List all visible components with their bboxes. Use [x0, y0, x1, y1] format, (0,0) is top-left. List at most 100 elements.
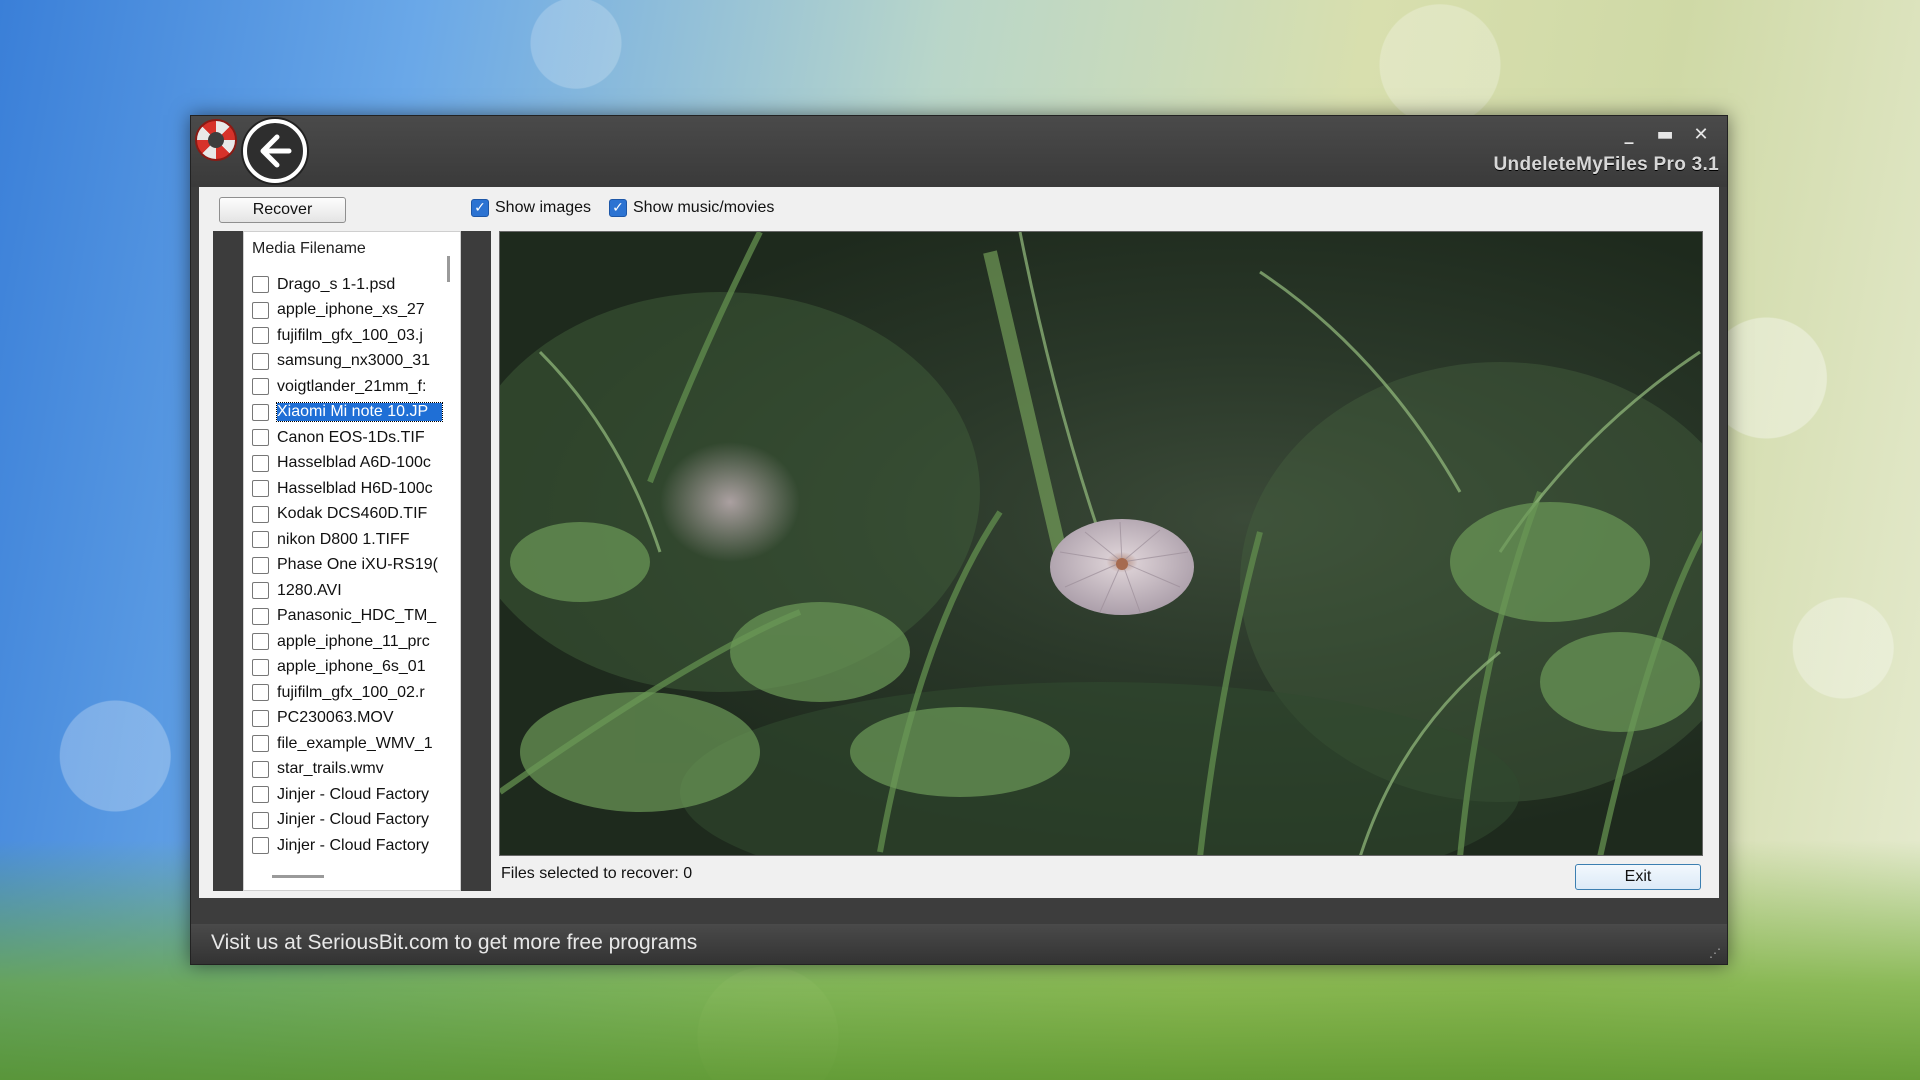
show-music-checkbox[interactable]: ✓ Show music/movies — [609, 199, 774, 217]
list-item[interactable]: Drago_s 1-1.psd — [252, 272, 452, 298]
list-item[interactable]: Jinjer - Cloud Factory — [252, 833, 452, 859]
row-checkbox[interactable] — [252, 505, 269, 523]
list-item[interactable]: Jinjer - Cloud Factory — [252, 808, 452, 834]
file-name: Canon EOS-1Ds.TIF — [277, 428, 425, 446]
file-name: Xiaomi Mi note 10.JP — [276, 402, 443, 423]
file-name: Jinjer - Cloud Factory — [277, 811, 430, 829]
window-controls: _ ▬ ✕ — [1613, 122, 1717, 146]
file-name: apple_iphone_6s_01 — [277, 658, 426, 676]
app-window: _ ▬ ✕ UndeleteMyFiles Pro 3.1 Recover ✓ … — [190, 115, 1728, 965]
checkmark-icon: ✓ — [609, 199, 627, 217]
list-item[interactable]: Phase One iXU-RS19( — [252, 553, 452, 579]
app-title: UndeleteMyFiles Pro 3.1 — [1493, 154, 1719, 175]
show-images-label: Show images — [495, 199, 592, 216]
row-checkbox[interactable] — [252, 709, 269, 727]
exit-button[interactable]: Exit — [1575, 864, 1701, 890]
list-item[interactable]: nikon D800 1.TIFF — [252, 527, 452, 553]
file-name: Hasselblad H6D-100c — [277, 479, 433, 497]
show-music-label: Show music/movies — [633, 199, 775, 216]
file-name: Jinjer - Cloud Factory — [277, 836, 430, 854]
media-file-list[interactable]: Media Filename Drago_s 1-1.psd apple_ipho… — [243, 231, 461, 891]
row-checkbox[interactable] — [252, 735, 269, 753]
file-name: Phase One iXU-RS19( — [277, 556, 438, 574]
list-item[interactable]: Kodak DCS460D.TIF — [252, 502, 452, 528]
list-item[interactable]: fujifilm_gfx_100_03.j — [252, 323, 452, 349]
file-name: Kodak DCS460D.TIF — [277, 505, 428, 523]
file-name: Jinjer - Cloud Factory — [277, 785, 430, 803]
files-selected-status: Files selected to recover: 0 — [501, 865, 693, 882]
list-item[interactable]: fujifilm_gfx_100_02.r — [252, 680, 452, 706]
checkmark-icon: ✓ — [471, 199, 489, 217]
file-name: fujifilm_gfx_100_02.r — [277, 683, 425, 701]
promo-link[interactable]: Visit us at SeriousBit.com to get more f… — [211, 931, 697, 955]
row-checkbox[interactable] — [252, 352, 269, 370]
list-item[interactable]: 1280.AVI — [252, 578, 452, 604]
list-item[interactable]: apple_iphone_11_prc — [252, 629, 452, 655]
file-name: voigtlander_21mm_f: — [277, 377, 427, 395]
row-checkbox[interactable] — [252, 607, 269, 625]
row-checkbox[interactable] — [252, 811, 269, 829]
back-arrow-icon — [260, 134, 292, 168]
file-name: nikon D800 1.TIFF — [277, 530, 410, 548]
row-checkbox[interactable] — [252, 556, 269, 574]
minimize-button[interactable]: _ — [1613, 122, 1645, 146]
show-images-checkbox[interactable]: ✓ Show images — [471, 199, 591, 217]
row-checkbox[interactable] — [252, 403, 269, 421]
row-checkbox[interactable] — [252, 429, 269, 447]
list-item[interactable]: apple_iphone_6s_01 — [252, 655, 452, 681]
list-item[interactable]: PC230063.MOV — [252, 706, 452, 732]
list-item[interactable]: apple_iphone_xs_27 — [252, 298, 452, 324]
image-preview — [499, 231, 1703, 856]
list-item[interactable]: file_example_WMV_1 — [252, 731, 452, 757]
row-checkbox[interactable] — [252, 582, 269, 600]
row-checkbox[interactable] — [252, 531, 269, 549]
file-name: Hasselblad A6D-100c — [277, 454, 431, 472]
row-checkbox[interactable] — [252, 786, 269, 804]
close-button[interactable]: ✕ — [1685, 122, 1717, 146]
list-item[interactable]: Hasselblad H6D-100c — [252, 476, 452, 502]
file-name: apple_iphone_11_prc — [277, 632, 430, 650]
row-checkbox[interactable] — [252, 378, 269, 396]
list-item[interactable]: star_trails.wmv — [252, 757, 452, 783]
row-checkbox[interactable] — [252, 480, 269, 498]
maximize-button[interactable]: ▬ — [1649, 122, 1681, 146]
splitter[interactable] — [461, 231, 491, 891]
row-checkbox[interactable] — [252, 301, 269, 319]
list-item[interactable]: Xiaomi Mi note 10.JP — [252, 400, 452, 426]
file-name: star_trails.wmv — [277, 760, 384, 778]
row-checkbox[interactable] — [252, 684, 269, 702]
row-checkbox[interactable] — [252, 276, 269, 294]
file-name: Panasonic_HDC_TM_ — [277, 607, 437, 625]
file-rows: Drago_s 1-1.psd apple_iphone_xs_27fujifil… — [252, 272, 452, 859]
list-item[interactable]: samsung_nx3000_31 — [252, 349, 452, 375]
file-name: 1280.AVI — [277, 581, 342, 599]
left-divider — [213, 231, 243, 891]
file-name: file_example_WMV_1 — [277, 734, 433, 752]
recover-button[interactable]: Recover — [219, 197, 346, 223]
row-checkbox[interactable] — [252, 633, 269, 651]
list-item[interactable]: Jinjer - Cloud Factory — [252, 782, 452, 808]
file-name: samsung_nx3000_31 — [277, 352, 431, 370]
horizontal-scrollbar[interactable] — [272, 875, 324, 878]
row-checkbox[interactable] — [252, 658, 269, 676]
back-button[interactable] — [243, 119, 307, 183]
row-checkbox[interactable] — [252, 454, 269, 472]
list-item[interactable]: Panasonic_HDC_TM_ — [252, 604, 452, 630]
footer-bar: Visit us at SeriousBit.com to get more f… — [191, 924, 1727, 964]
title-bar: _ ▬ ✕ UndeleteMyFiles Pro 3.1 — [191, 116, 1727, 187]
list-item[interactable]: Canon EOS-1Ds.TIF — [252, 425, 452, 451]
file-name: Drago_s 1-1.psd — [277, 275, 396, 293]
lifebuoy-icon — [195, 119, 237, 161]
list-item[interactable]: Hasselblad A6D-100c — [252, 451, 452, 477]
list-item[interactable]: voigtlander_21mm_f: — [252, 374, 452, 400]
resize-grip-icon[interactable]: ⋰ — [1709, 946, 1721, 960]
list-header: Media Filename — [252, 240, 366, 257]
file-name: apple_iphone_xs_27 — [277, 301, 425, 319]
file-name: fujifilm_gfx_100_03.j — [277, 326, 423, 344]
mushroom-photo — [500, 232, 1702, 855]
row-checkbox[interactable] — [252, 760, 269, 778]
file-name: PC230063.MOV — [277, 709, 394, 727]
main-panel: Recover ✓ Show images ✓ Show music/movie… — [199, 187, 1719, 898]
row-checkbox[interactable] — [252, 327, 269, 345]
row-checkbox[interactable] — [252, 837, 269, 855]
